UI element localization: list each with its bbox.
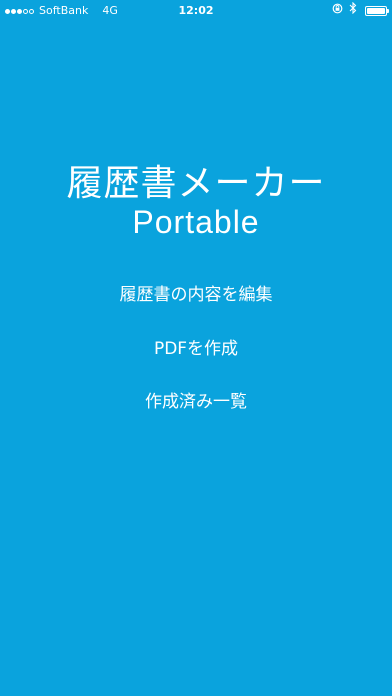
app-title: 履歴書メーカー [66, 163, 326, 204]
created-list-button[interactable]: 作成済み一覧 [96, 386, 296, 418]
status-right [332, 0, 389, 22]
app-screen: SoftBank 4G 12:02 履歴書メーカー Portable 履歴書の内… [0, 0, 392, 696]
battery-icon [365, 6, 389, 16]
edit-resume-button[interactable]: 履歴書の内容を編集 [96, 279, 296, 311]
lock-rotation-icon [332, 0, 343, 22]
create-pdf-button[interactable]: PDFを作成 [96, 333, 296, 365]
bluetooth-icon [349, 0, 357, 22]
status-bar: SoftBank 4G 12:02 [0, 0, 392, 22]
app-subtitle: Portable [132, 204, 260, 240]
